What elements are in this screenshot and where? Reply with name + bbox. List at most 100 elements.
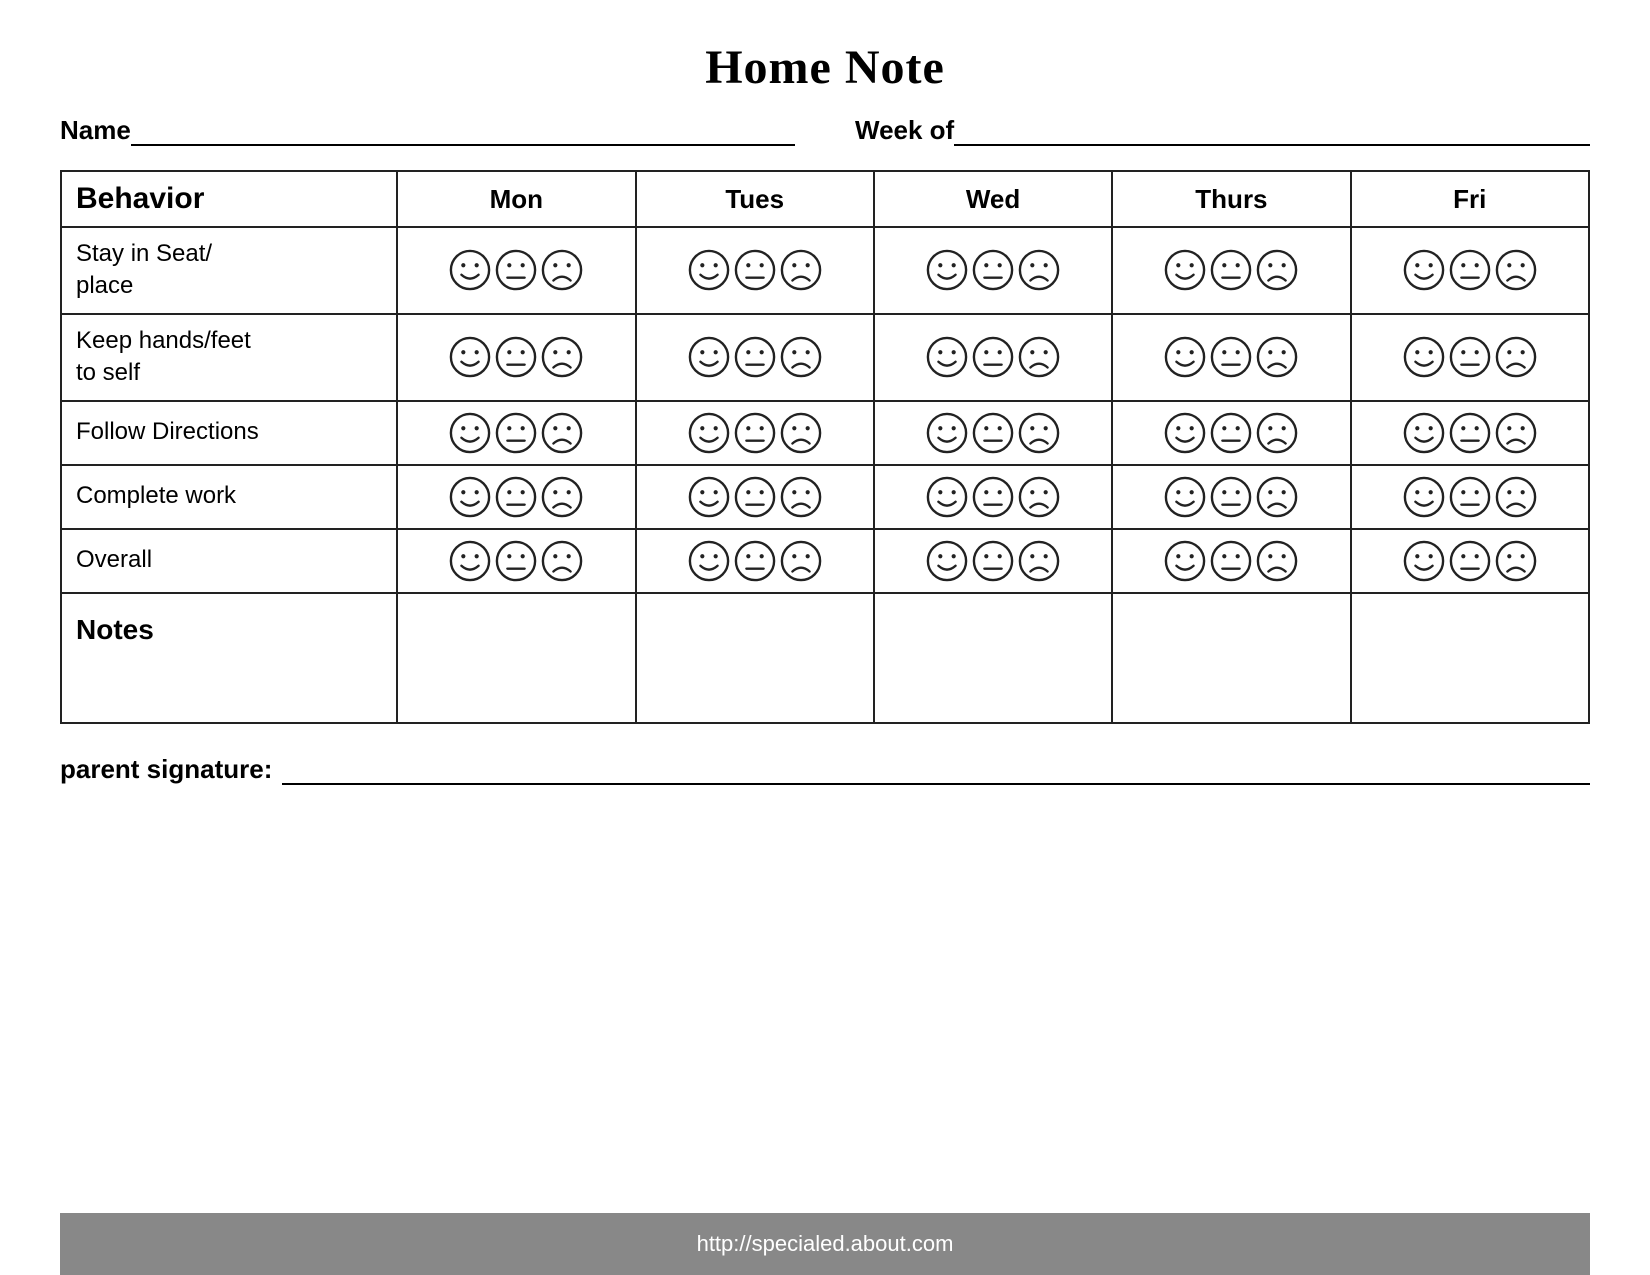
face-group bbox=[404, 476, 628, 518]
face-group bbox=[881, 412, 1105, 454]
face-sad bbox=[1495, 412, 1537, 454]
face-group bbox=[1119, 476, 1343, 518]
face-sad bbox=[780, 249, 822, 291]
face-sad bbox=[1018, 412, 1060, 454]
table-header-row: Behavior Mon Tues Wed Thurs Fri bbox=[61, 171, 1589, 227]
face-group bbox=[643, 476, 867, 518]
face-group bbox=[404, 336, 628, 378]
table-row: Stay in Seat/place bbox=[61, 227, 1589, 314]
face-group bbox=[1119, 412, 1343, 454]
notes-cell bbox=[1351, 593, 1589, 723]
face-neutral bbox=[972, 249, 1014, 291]
face-group bbox=[881, 249, 1105, 291]
face-group bbox=[1358, 249, 1582, 291]
face-happy bbox=[1403, 476, 1445, 518]
face-group bbox=[1358, 476, 1582, 518]
face-neutral bbox=[734, 540, 776, 582]
name-underline bbox=[131, 118, 795, 146]
day-cell bbox=[397, 401, 635, 465]
face-group bbox=[643, 540, 867, 582]
face-sad bbox=[1018, 336, 1060, 378]
face-group bbox=[1358, 336, 1582, 378]
face-sad bbox=[1256, 540, 1298, 582]
weekof-underline bbox=[954, 118, 1590, 146]
face-neutral bbox=[1449, 412, 1491, 454]
face-happy bbox=[926, 412, 968, 454]
col-header-tues: Tues bbox=[636, 171, 874, 227]
face-neutral bbox=[1449, 476, 1491, 518]
face-happy bbox=[926, 249, 968, 291]
signature-line bbox=[282, 755, 1590, 785]
face-group bbox=[404, 249, 628, 291]
face-sad bbox=[541, 540, 583, 582]
name-label: Name bbox=[60, 115, 131, 146]
face-happy bbox=[1164, 476, 1206, 518]
face-happy bbox=[1403, 249, 1445, 291]
face-group bbox=[881, 336, 1105, 378]
face-happy bbox=[688, 336, 730, 378]
face-sad bbox=[1256, 412, 1298, 454]
col-header-wed: Wed bbox=[874, 171, 1112, 227]
day-cell bbox=[1351, 227, 1589, 314]
face-neutral bbox=[972, 336, 1014, 378]
face-sad bbox=[1495, 476, 1537, 518]
col-header-mon: Mon bbox=[397, 171, 635, 227]
face-happy bbox=[449, 476, 491, 518]
face-neutral bbox=[495, 476, 537, 518]
behavior-table: Behavior Mon Tues Wed Thurs Fri Stay in … bbox=[60, 170, 1590, 724]
name-row: Name Week of bbox=[60, 115, 1590, 146]
face-neutral bbox=[1210, 476, 1252, 518]
face-sad bbox=[1256, 249, 1298, 291]
weekof-label: Week of bbox=[855, 115, 954, 146]
face-happy bbox=[926, 476, 968, 518]
day-cell bbox=[636, 227, 874, 314]
face-happy bbox=[1164, 540, 1206, 582]
col-header-behavior: Behavior bbox=[61, 171, 397, 227]
face-sad bbox=[1018, 476, 1060, 518]
day-cell bbox=[1351, 314, 1589, 401]
face-sad bbox=[1495, 540, 1537, 582]
face-neutral bbox=[495, 336, 537, 378]
day-cell bbox=[1112, 401, 1350, 465]
face-neutral bbox=[1449, 540, 1491, 582]
day-cell bbox=[397, 465, 635, 529]
day-cell bbox=[874, 465, 1112, 529]
day-cell bbox=[636, 401, 874, 465]
face-sad bbox=[541, 336, 583, 378]
face-happy bbox=[1164, 412, 1206, 454]
face-sad bbox=[541, 249, 583, 291]
face-happy bbox=[1403, 540, 1445, 582]
face-neutral bbox=[1210, 336, 1252, 378]
footer-url: http://specialed.about.com bbox=[697, 1231, 954, 1256]
face-happy bbox=[688, 412, 730, 454]
notes-cell bbox=[874, 593, 1112, 723]
day-cell bbox=[1351, 401, 1589, 465]
day-cell bbox=[1351, 529, 1589, 593]
footer-bar: http://specialed.about.com bbox=[60, 1213, 1590, 1275]
day-cell bbox=[874, 314, 1112, 401]
face-neutral bbox=[1210, 412, 1252, 454]
face-neutral bbox=[734, 412, 776, 454]
table-row: Keep hands/feetto self bbox=[61, 314, 1589, 401]
table-row: Notes bbox=[61, 593, 1589, 723]
face-neutral bbox=[734, 336, 776, 378]
behavior-label: Overall bbox=[61, 529, 397, 593]
face-happy bbox=[926, 540, 968, 582]
day-cell bbox=[397, 529, 635, 593]
face-group bbox=[1358, 412, 1582, 454]
day-cell bbox=[1351, 465, 1589, 529]
behavior-label: Keep hands/feetto self bbox=[61, 314, 397, 401]
day-cell bbox=[874, 401, 1112, 465]
face-sad bbox=[1256, 476, 1298, 518]
day-cell bbox=[636, 465, 874, 529]
page-title: Home Note bbox=[705, 40, 945, 95]
day-cell bbox=[874, 529, 1112, 593]
face-neutral bbox=[972, 540, 1014, 582]
day-cell bbox=[1112, 529, 1350, 593]
face-neutral bbox=[734, 476, 776, 518]
face-sad bbox=[1256, 336, 1298, 378]
face-group bbox=[881, 476, 1105, 518]
behavior-label: Stay in Seat/place bbox=[61, 227, 397, 314]
face-neutral bbox=[1210, 249, 1252, 291]
day-cell bbox=[397, 227, 635, 314]
